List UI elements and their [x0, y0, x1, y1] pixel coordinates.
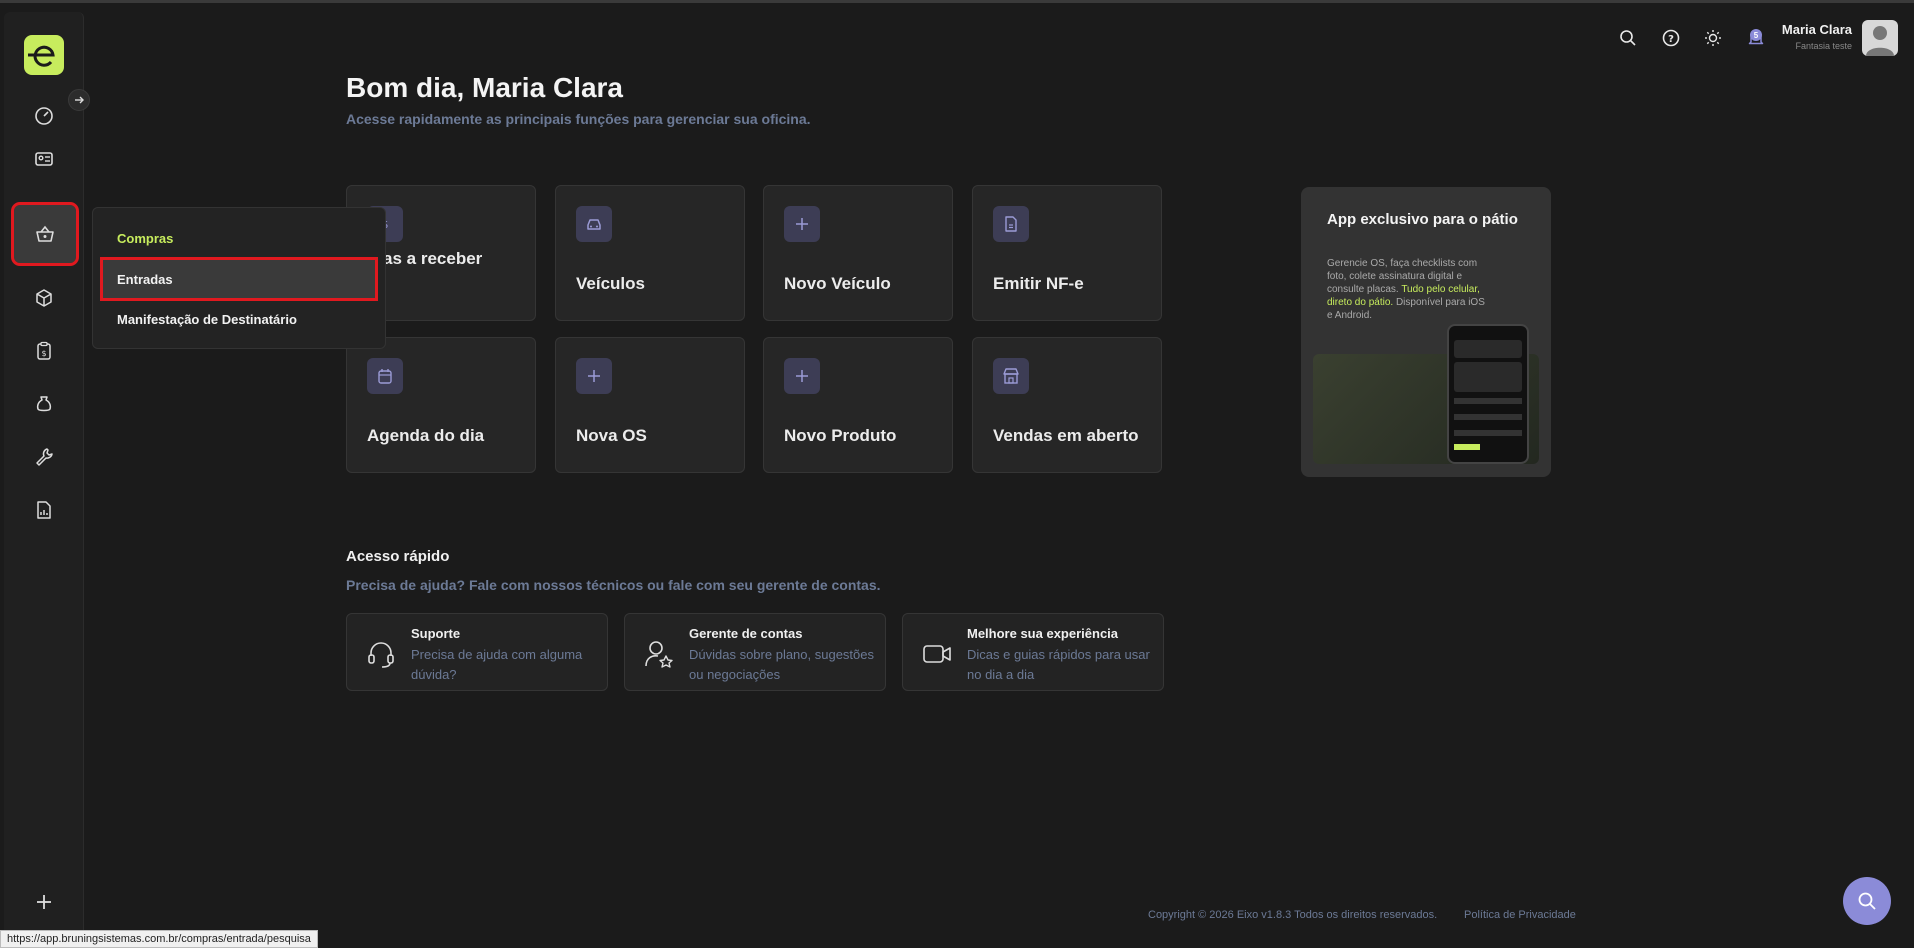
user-star-icon — [645, 641, 673, 668]
sidebar-item-purchases[interactable] — [11, 202, 79, 266]
theme-toggle[interactable] — [1701, 26, 1725, 50]
quick-access-item-desc: Precisa de ajuda com alguma dúvida? — [411, 647, 583, 682]
search-icon — [1620, 30, 1636, 46]
purchases-submenu: Compras Entradas Manifestação de Destina… — [92, 207, 386, 349]
plus-icon — [784, 206, 820, 242]
phone-mockup — [1447, 324, 1529, 464]
report-icon — [37, 501, 51, 519]
card-label: Veículos — [576, 274, 645, 293]
video-icon — [923, 645, 951, 663]
avatar[interactable] — [1862, 20, 1898, 56]
card-label: Nova OS — [576, 426, 647, 445]
card-label: Vendas em aberto — [993, 426, 1139, 445]
svg-text:$: $ — [41, 349, 46, 358]
card-nova-os[interactable]: Nova OS — [555, 337, 745, 473]
store-icon — [993, 358, 1029, 394]
quick-access-item-title: Suporte — [411, 626, 461, 641]
quick-access-subtitle: Precisa de ajuda? Fale com nossos técnic… — [346, 577, 881, 593]
submenu-item-manifestacao[interactable]: Manifestação de Destinatário — [103, 300, 375, 338]
promo-text: Gerencie OS, faça checklists com foto, c… — [1327, 257, 1487, 322]
promo-title: App exclusivo para o pátio — [1327, 211, 1518, 228]
card-label: Novo Produto — [784, 426, 897, 445]
svg-text:?: ? — [1668, 34, 1674, 45]
sidebar-item-dashboard[interactable] — [16, 92, 72, 140]
dashboard-icon — [35, 107, 53, 125]
browser-status-url: https://app.bruningsistemas.com.br/compr… — [0, 930, 318, 948]
sidebar-add-button[interactable] — [16, 878, 72, 926]
sidebar-item-financial[interactable]: $ — [16, 327, 72, 375]
window-top-border — [0, 0, 1914, 3]
plus-icon — [576, 358, 612, 394]
plus-icon — [784, 358, 820, 394]
search-icon — [1858, 892, 1876, 910]
notification-badge: 5 — [1750, 29, 1762, 41]
submenu-item-entradas[interactable]: Entradas — [100, 257, 378, 301]
quick-access-experiencia[interactable]: Melhore sua experiência Dicas e guias rá… — [902, 613, 1164, 691]
sun-icon — [1705, 30, 1721, 46]
footer-copyright: Copyright © 2026 Eixo v1.8.3 Todos os di… — [1148, 909, 1438, 921]
sidebar-item-products[interactable] — [16, 274, 72, 322]
sidebar-item-sales[interactable] — [16, 380, 72, 428]
quick-access-item-desc: Dúvidas sobre plano, sugestões ou negoci… — [689, 647, 875, 682]
quick-access-item-desc: Dicas e guias rápidos para usar no dia a… — [967, 647, 1150, 682]
card-label: Agenda do dia — [367, 426, 485, 445]
plus-icon — [37, 895, 51, 909]
wrench-icon — [36, 448, 53, 466]
card-veiculos[interactable]: Veículos — [555, 185, 745, 321]
sidebar: $ — [4, 12, 84, 942]
card-agenda-dia[interactable]: Agenda do dia — [346, 337, 536, 473]
page-subtitle: Acesse rapidamente as principais funções… — [346, 111, 811, 127]
document-icon — [993, 206, 1029, 242]
quick-access-title: Acesso rápido — [346, 548, 450, 565]
floating-search-button[interactable] — [1843, 877, 1891, 925]
quick-access-item-title: Gerente de contas — [689, 626, 803, 641]
sidebar-item-clients[interactable] — [16, 135, 72, 183]
user-avatar-icon — [1866, 26, 1894, 56]
money-bag-icon — [36, 396, 52, 412]
search-button[interactable] — [1616, 26, 1640, 50]
card-label: Novo Veículo — [784, 274, 891, 293]
card-novo-veiculo[interactable]: Novo Veículo — [763, 185, 953, 321]
headset-icon — [368, 642, 394, 668]
clipboard-dollar-icon: $ — [37, 341, 51, 360]
sidebar-item-services[interactable] — [16, 433, 72, 481]
user-name[interactable]: Maria Clara — [1782, 22, 1852, 37]
sidebar-item-reports[interactable] — [16, 486, 72, 534]
user-company: Fantasia teste — [1795, 41, 1852, 51]
submenu-title[interactable]: Compras — [117, 231, 173, 246]
box-icon — [36, 289, 52, 307]
quick-access-gerente[interactable]: Gerente de contas Dúvidas sobre plano, s… — [624, 613, 886, 691]
card-label: Emitir NF-e — [993, 274, 1084, 293]
quick-access-item-title: Melhore sua experiência — [967, 626, 1119, 641]
help-icon: ? — [1662, 29, 1680, 47]
app-promo-banner[interactable]: App exclusivo para o pátio Gerencie OS, … — [1301, 187, 1551, 477]
help-button[interactable]: ? — [1659, 26, 1683, 50]
car-icon — [576, 206, 612, 242]
card-vendas-aberto[interactable]: Vendas em aberto — [972, 337, 1162, 473]
quick-access-suporte[interactable]: Suporte Precisa de ajuda com alguma dúvi… — [346, 613, 608, 691]
privacy-policy-link[interactable]: Política de Privacidade — [1464, 909, 1576, 921]
sidebar-expand-button[interactable] — [68, 89, 90, 111]
card-emitir-nfe[interactable]: Emitir NF-e — [972, 185, 1162, 321]
page-title: Bom dia, Maria Clara — [346, 72, 623, 103]
id-card-icon — [35, 152, 53, 166]
card-novo-produto[interactable]: Novo Produto — [763, 337, 953, 473]
arrow-right-icon — [75, 96, 84, 104]
app-logo[interactable] — [24, 35, 64, 75]
calendar-icon — [367, 358, 403, 394]
basket-icon — [36, 225, 54, 242]
